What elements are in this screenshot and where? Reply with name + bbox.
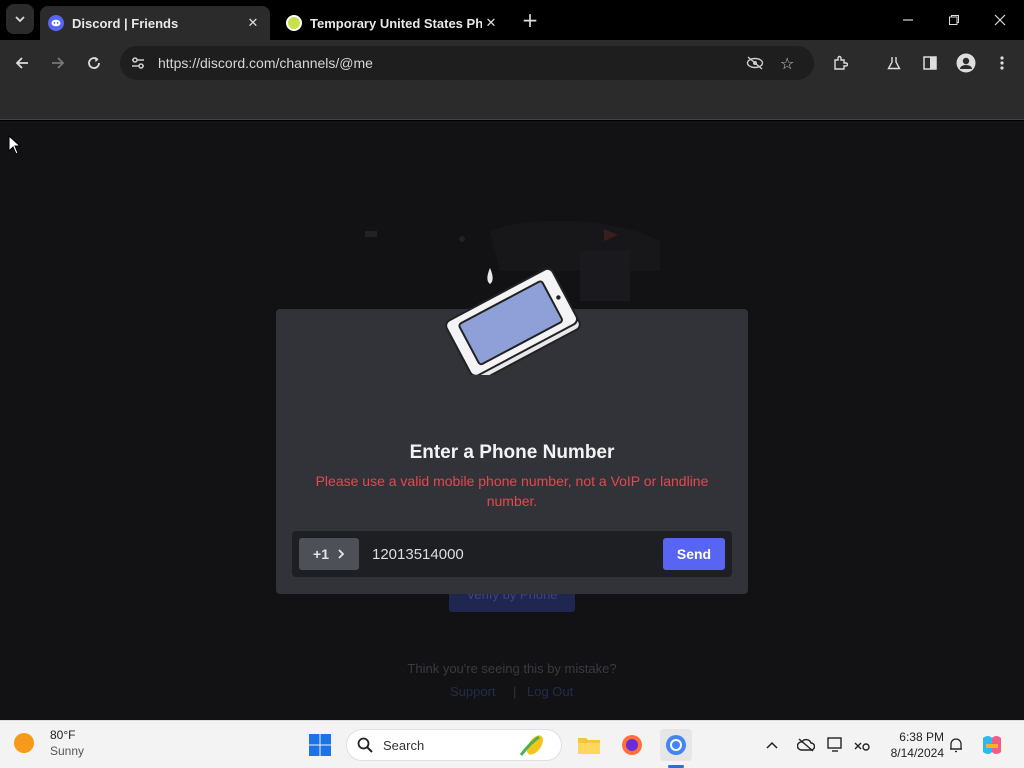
search-highlight-corn-icon [517, 733, 553, 757]
sun-icon [14, 733, 34, 753]
country-code-label: +1 [313, 546, 329, 562]
browser-menu-icon[interactable] [986, 47, 1018, 79]
copilot-icon[interactable] [976, 729, 1008, 761]
weather-desc: Sunny [50, 744, 85, 758]
site-settings-icon[interactable] [130, 55, 146, 71]
phone-number-modal: Enter a Phone Number Please use a valid … [276, 267, 748, 594]
weather-temp: 80°F [50, 728, 76, 742]
taskbar-search[interactable]: Search [346, 729, 562, 761]
profile-avatar-icon[interactable] [950, 47, 982, 79]
cloud-offline-icon[interactable] [790, 729, 822, 761]
mouse-cursor-icon [8, 134, 22, 159]
notification-bell-icon[interactable] [940, 729, 972, 761]
tab-search-chevron-icon[interactable] [6, 4, 34, 34]
bookmark-star-icon[interactable]: ☆ [780, 54, 800, 73]
back-icon[interactable] [6, 47, 38, 79]
close-window-icon[interactable] [984, 4, 1016, 36]
clock-time: 6:38 PM [899, 730, 944, 744]
eye-off-icon[interactable] [746, 56, 766, 70]
mistake-text: Think you're seeing this by mistake? [407, 661, 617, 676]
phone-illustration [445, 267, 581, 375]
chrome-icon[interactable] [660, 729, 692, 761]
labs-flask-icon[interactable] [878, 47, 910, 79]
search-placeholder: Search [383, 737, 425, 753]
error-message: Please use a valid mobile phone number, … [315, 473, 709, 509]
bookmark-bar [0, 86, 1024, 120]
extensions-icon[interactable] [824, 47, 856, 79]
tab-close-icon[interactable]: ✕ [244, 16, 262, 31]
forward-icon[interactable] [42, 47, 74, 79]
country-code-button[interactable]: +1 [299, 538, 359, 570]
side-panel-icon[interactable] [914, 47, 946, 79]
minimize-icon[interactable] [892, 4, 924, 36]
site-favicon-icon [286, 15, 302, 31]
discord-page: Verify by Phone Think you're seeing this… [0, 121, 1024, 720]
send-button[interactable]: Send [663, 538, 725, 570]
tab-title: Temporary United States Phon [310, 15, 482, 31]
file-explorer-icon[interactable] [573, 729, 605, 761]
tab-title: Discord | Friends [72, 15, 179, 31]
windows-start-icon[interactable] [304, 729, 336, 761]
tab-strip: Discord | Friends ✕ Temporary United Sta… [0, 0, 1024, 40]
chevron-up-icon[interactable] [756, 729, 788, 761]
tab-close-icon[interactable]: ✕ [482, 16, 500, 31]
address-bar[interactable]: https://discord.com/channels/@me ☆ [120, 46, 814, 80]
browser-toolbar: https://discord.com/channels/@me ☆ [0, 40, 1024, 112]
chevron-right-icon [337, 548, 345, 560]
windows-taskbar: 80°F Sunny Search 6:38 PM 8/14/2024 [0, 720, 1024, 768]
search-icon [357, 737, 373, 753]
phone-input-row: +1 Send [292, 531, 732, 577]
tab-discord[interactable]: Discord | Friends ✕ [40, 6, 270, 40]
restore-icon[interactable] [938, 4, 970, 36]
modal-title: Enter a Phone Number [409, 442, 615, 463]
firefox-icon[interactable] [616, 729, 648, 761]
network-settings-icon[interactable] [846, 729, 878, 761]
logout-link[interactable]: Log Out [527, 684, 573, 699]
discord-favicon-icon [48, 15, 64, 31]
tab-temp-phone[interactable]: Temporary United States Phon ✕ [278, 6, 508, 40]
link-separator: | [513, 684, 517, 699]
weather-widget[interactable]: 80°F Sunny [14, 727, 84, 759]
new-tab-icon[interactable]: + [514, 4, 546, 36]
phone-number-input[interactable] [372, 538, 652, 570]
reload-icon[interactable] [78, 47, 110, 79]
url-text: https://discord.com/channels/@me [158, 55, 373, 71]
system-clock[interactable]: 6:38 PM 8/14/2024 [880, 729, 944, 761]
clock-date: 8/14/2024 [890, 746, 944, 760]
support-link[interactable]: Support [450, 684, 496, 699]
